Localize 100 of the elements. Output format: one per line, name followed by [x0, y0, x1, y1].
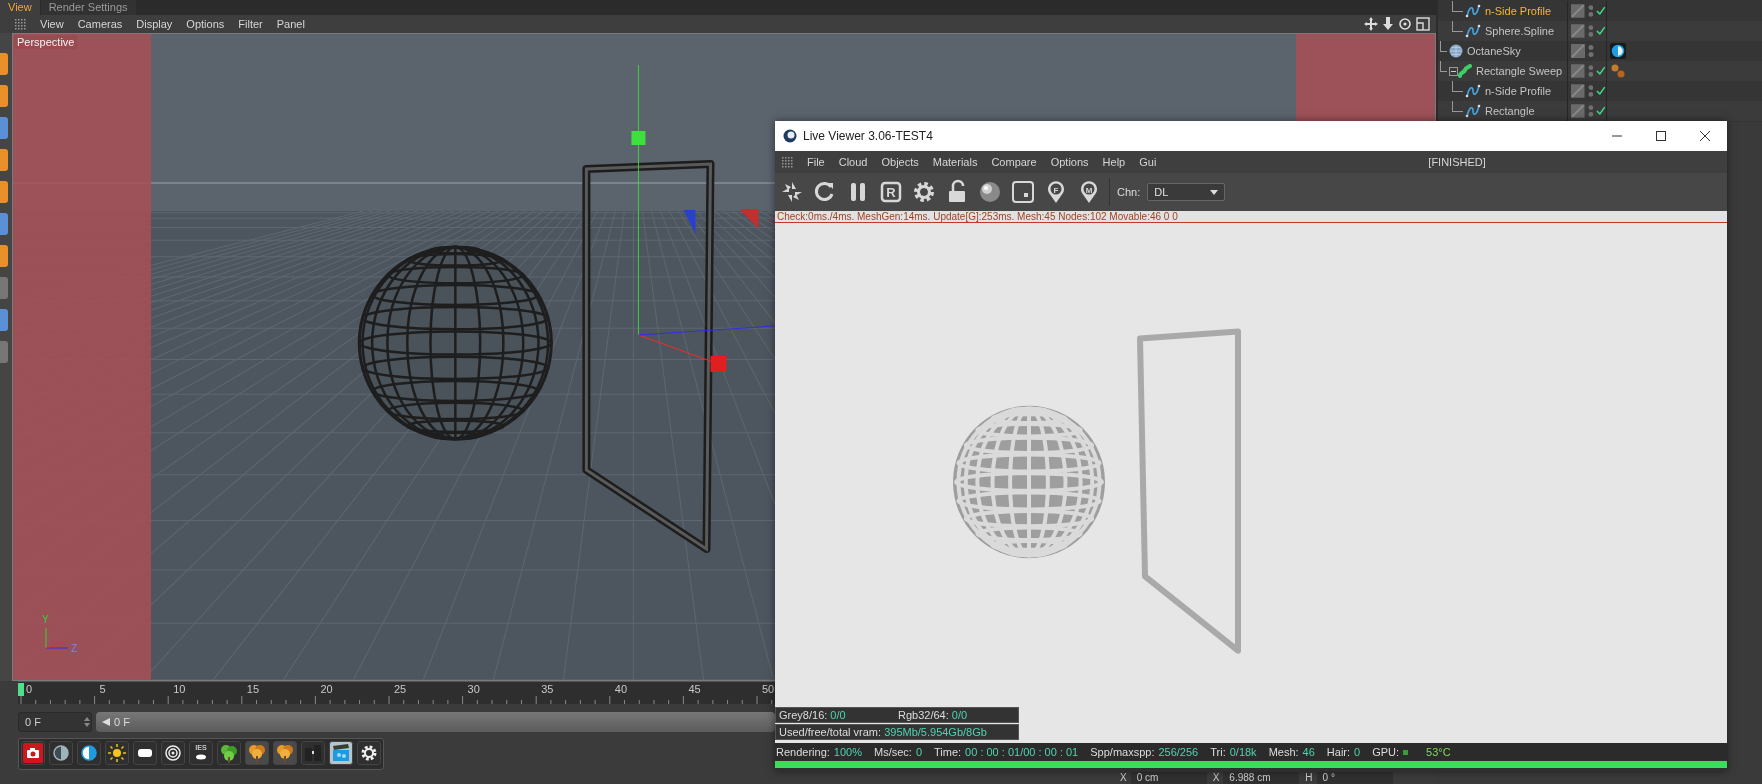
editor-toggle-icon[interactable]: [1571, 84, 1585, 98]
check-icon[interactable]: [1596, 66, 1606, 76]
maximize-icon: [1656, 131, 1666, 141]
editor-toggle-icon[interactable]: [1571, 24, 1585, 38]
visibility-dots-icon[interactable]: [1587, 84, 1594, 98]
menu-item[interactable]: Materials: [932, 156, 978, 168]
daylight-button[interactable]: [49, 741, 73, 766]
timeline-ruler[interactable]: 0 5 10 15 20 25 30 35 40 45 50: [18, 681, 775, 705]
sphere-icon: [1449, 44, 1463, 58]
axis-label: H: [1305, 772, 1313, 784]
axis-label: X: [1212, 772, 1220, 784]
target-light-button[interactable]: [161, 741, 185, 766]
menu-item[interactable]: File: [807, 156, 825, 168]
visibility-dots-icon[interactable]: [1587, 4, 1594, 18]
shrub-button[interactable]: [217, 741, 241, 766]
menu-item[interactable]: Help: [1102, 156, 1126, 168]
frame-slider[interactable]: 0 F: [96, 712, 775, 733]
sweep-icon: [1458, 64, 1472, 78]
editor-toggle-icon[interactable]: [1571, 104, 1585, 118]
coordinate-field[interactable]: 0 cm: [1130, 772, 1207, 784]
status-text: Tri: 0/18k: [1210, 745, 1257, 758]
menu-item[interactable]: Cloud: [838, 156, 868, 168]
object-name[interactable]: Rectangle: [1485, 105, 1535, 117]
gpu-meter-icon: [1403, 748, 1409, 755]
tree-button[interactable]: [273, 741, 297, 766]
object-name[interactable]: Sphere.Spline: [1485, 25, 1555, 37]
playhead[interactable]: [18, 683, 24, 697]
tool-icon[interactable]: [0, 245, 8, 268]
menu-item[interactable]: Compare: [991, 156, 1037, 168]
move-icon[interactable]: [1364, 17, 1378, 32]
clapper-button[interactable]: [329, 741, 353, 766]
visibility-dots-icon[interactable]: [1587, 24, 1594, 38]
editor-toggle-icon[interactable]: [1571, 64, 1585, 78]
check-icon[interactable]: [1596, 6, 1606, 16]
area-light-button[interactable]: [133, 741, 157, 766]
visibility-dots-icon[interactable]: [1587, 104, 1594, 118]
menu-item[interactable]: Display: [136, 18, 173, 31]
frame-number: 25: [394, 683, 407, 696]
render-region-button[interactable]: R: [878, 179, 904, 205]
frame-number: 15: [246, 683, 260, 696]
tree-icon: [274, 742, 296, 765]
menu-item[interactable]: Gui: [1139, 156, 1157, 168]
down-arrow-icon[interactable]: [1382, 17, 1394, 32]
window-icon[interactable]: [1416, 17, 1430, 32]
check-icon[interactable]: [1596, 86, 1606, 96]
panel-tab[interactable]: View: [0, 0, 40, 15]
visibility-dots-icon[interactable]: [1587, 64, 1594, 78]
sky-tag-icon[interactable]: [1610, 43, 1626, 59]
tool-icon[interactable]: [0, 181, 8, 204]
tool-icon[interactable]: [0, 53, 8, 76]
status-text: Mesh: 46: [1268, 745, 1315, 758]
tool-icon[interactable]: [0, 213, 8, 236]
rotate-icon[interactable]: [1398, 17, 1412, 32]
editor-toggle-icon[interactable]: [1571, 44, 1585, 58]
tree-icon: [246, 742, 268, 765]
region-icon[interactable]: [1010, 179, 1036, 205]
environment-button[interactable]: [77, 741, 101, 766]
check-icon[interactable]: [1596, 106, 1606, 116]
camera-label: Perspective: [14, 35, 78, 50]
menu-item[interactable]: Options: [1050, 156, 1089, 168]
menu-item[interactable]: Objects: [881, 156, 919, 168]
tool-icon[interactable]: [0, 309, 8, 332]
editor-toggle-icon[interactable]: [1571, 4, 1585, 18]
frame-number: 50: [762, 683, 775, 696]
object-name[interactable]: n-Side Profile: [1485, 5, 1552, 17]
render-status: [FINISHED]: [1428, 156, 1486, 168]
spinner-icon[interactable]: [83, 716, 91, 729]
frame-number: 10: [173, 683, 186, 696]
settings-icon[interactable]: [911, 179, 937, 205]
status-text: Spp/maxspp: 256/256: [1090, 745, 1199, 758]
camera-button[interactable]: [21, 741, 45, 766]
status-text: GPU: 53°C: [1372, 745, 1451, 758]
menu-item[interactable]: Options: [186, 18, 225, 31]
sun-button[interactable]: [105, 741, 129, 766]
collapse-icon[interactable]: [1449, 66, 1458, 76]
slider-thumb[interactable]: [102, 718, 110, 727]
coordinate-field[interactable]: 6.988 cm: [1223, 772, 1300, 784]
channel-dropdown[interactable]: DL: [1147, 183, 1226, 201]
object-name[interactable]: Rectangle Sweep: [1476, 65, 1563, 77]
spline-icon: [1465, 4, 1481, 18]
frame-field[interactable]: 0 F: [18, 712, 92, 733]
tool-icon[interactable]: [0, 85, 8, 108]
coordinate-field[interactable]: 0 °: [1316, 772, 1393, 784]
menu-item[interactable]: Panel: [276, 18, 305, 31]
object-name[interactable]: OctaneSky: [1467, 45, 1521, 57]
check-icon[interactable]: [1596, 26, 1606, 36]
settings-button[interactable]: [357, 741, 381, 766]
tool-icon[interactable]: [0, 149, 8, 172]
visibility-dots-icon[interactable]: [1588, 44, 1594, 58]
tool-icon[interactable]: [0, 117, 8, 140]
axis-legend-drawing: [45, 627, 69, 649]
panel-tab[interactable]: Render Settings: [40, 0, 136, 15]
menu-item[interactable]: View: [40, 18, 64, 31]
tree-button[interactable]: [245, 741, 269, 766]
object-name[interactable]: n-Side Profile: [1485, 85, 1552, 97]
menu-item[interactable]: Cameras: [77, 18, 123, 31]
material-ball-icon[interactable]: [977, 179, 1003, 205]
frame-number: 30: [467, 683, 480, 696]
menu-item[interactable]: Filter: [238, 18, 263, 31]
shrub-icon: [218, 742, 240, 765]
